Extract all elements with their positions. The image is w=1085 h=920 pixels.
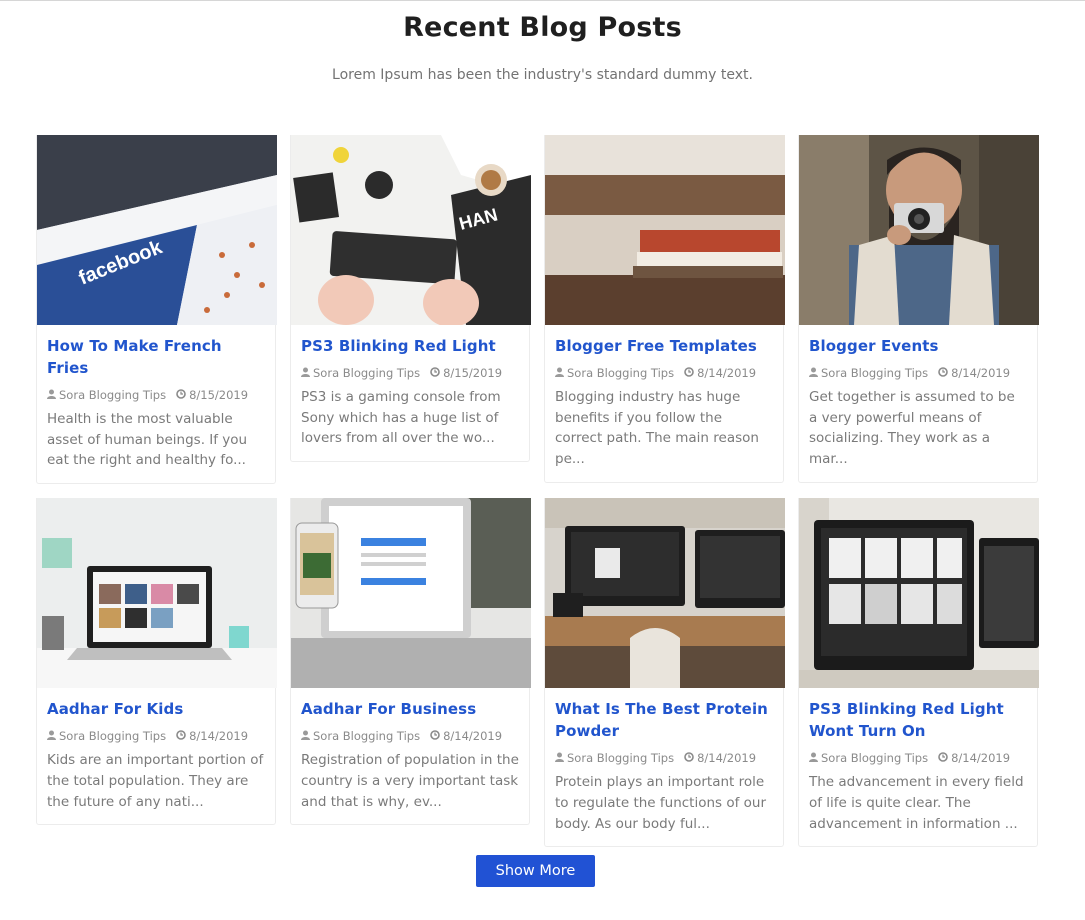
post-excerpt: Kids are an important portion of the tot… (47, 752, 264, 810)
post-meta: Sora Blogging Tips 8/14/2019 (47, 729, 265, 743)
clock-icon (684, 751, 694, 765)
post-meta: Sora Blogging Tips 8/14/2019 (555, 366, 773, 380)
post-card: Blogger Free Templates Sora Blogging Tip… (544, 135, 785, 483)
clock-icon (430, 366, 440, 380)
post-meta: Sora Blogging Tips 8/14/2019 (809, 751, 1027, 765)
clock-icon (684, 366, 694, 380)
post-thumbnail-imac-screen[interactable] (799, 498, 1039, 689)
post-date: 8/15/2019 (189, 388, 249, 402)
user-icon (809, 751, 818, 765)
clock-icon (938, 366, 948, 380)
post-author[interactable]: Sora Blogging Tips (821, 366, 928, 380)
post-image (37, 498, 277, 689)
post-thumbnail-laptop-desk[interactable] (37, 498, 277, 689)
post-title[interactable]: Blogger Events (809, 335, 1027, 357)
post-title[interactable]: Aadhar For Business (301, 698, 519, 720)
post-author[interactable]: Sora Blogging Tips (313, 366, 420, 380)
post-thumbnail-books-stairs[interactable] (545, 135, 785, 325)
post-meta: Sora Blogging Tips 8/15/2019 (47, 388, 265, 402)
post-meta: Sora Blogging Tips 8/15/2019 (301, 366, 519, 380)
post-excerpt: Registration of population in the countr… (301, 752, 519, 810)
post-title[interactable]: Blogger Free Templates (555, 335, 773, 357)
post-author[interactable]: Sora Blogging Tips (821, 751, 928, 765)
post-date: 8/15/2019 (443, 366, 503, 380)
user-icon (47, 388, 56, 402)
post-title[interactable]: Aadhar For Kids (47, 698, 265, 720)
user-icon (301, 366, 310, 380)
post-excerpt: Get together is assumed to be a very pow… (809, 389, 1015, 468)
show-more-button[interactable]: Show More (476, 855, 595, 887)
post-image: HAN (291, 135, 531, 325)
top-divider (0, 0, 1085, 1)
post-image: facebook (37, 135, 277, 325)
user-icon (555, 366, 564, 380)
post-meta: Sora Blogging Tips 8/14/2019 (301, 729, 519, 743)
post-grid: facebook How To Make French Fries Sora B… (36, 135, 1039, 848)
post-title[interactable]: How To Make French Fries (47, 335, 265, 379)
post-card: Aadhar For Business Sora Blogging Tips 8… (290, 498, 531, 826)
post-card: Blogger Events Sora Blogging Tips 8/14/2… (798, 135, 1039, 483)
post-date: 8/14/2019 (189, 729, 249, 744)
post-date: 8/14/2019 (951, 751, 1011, 766)
post-image (799, 498, 1039, 689)
post-thumbnail-keyboard-desk[interactable]: HAN (291, 135, 531, 325)
post-date: 8/14/2019 (951, 366, 1011, 380)
post-author[interactable]: Sora Blogging Tips (59, 388, 166, 402)
post-date: 8/14/2019 (697, 366, 757, 380)
post-author[interactable]: Sora Blogging Tips (567, 751, 674, 765)
post-image (545, 135, 785, 325)
section-subtitle: Lorem Ipsum has been the industry's stan… (332, 67, 753, 83)
post-card: Aadhar For Kids Sora Blogging Tips 8/14/… (36, 498, 277, 826)
clock-icon (176, 388, 186, 402)
post-thumbnail-dual-monitor[interactable] (545, 498, 785, 689)
post-card: facebook How To Make French Fries Sora B… (36, 135, 277, 485)
post-excerpt: Health is the most valuable asset of hum… (47, 411, 248, 469)
user-icon (555, 751, 564, 765)
post-excerpt: Blogging industry has huge benefits if y… (555, 389, 759, 468)
user-icon (809, 366, 818, 380)
post-meta: Sora Blogging Tips 8/14/2019 (809, 366, 1027, 380)
post-author[interactable]: Sora Blogging Tips (313, 729, 420, 743)
user-icon (301, 729, 310, 743)
clock-icon (938, 751, 948, 765)
post-image (799, 135, 1039, 325)
user-icon (47, 729, 56, 743)
post-excerpt: PS3 is a gaming console from Sony which … (301, 389, 501, 447)
post-card: HAN PS3 Blinking Red Light Sora Blogging… (290, 135, 531, 463)
post-excerpt: Protein plays an important role to regul… (555, 774, 767, 832)
post-image (291, 498, 531, 689)
post-meta: Sora Blogging Tips 8/14/2019 (555, 751, 773, 765)
post-card: PS3 Blinking Red Light Wont Turn On Sora… (798, 498, 1039, 848)
post-card: What Is The Best Protein Powder Sora Blo… (544, 498, 785, 848)
post-image (545, 498, 785, 689)
clock-icon (176, 729, 186, 743)
section-title: Recent Blog Posts (403, 12, 682, 43)
post-thumbnail-laptop-phone[interactable] (291, 498, 531, 689)
post-thumbnail-man-camera[interactable] (799, 135, 1039, 325)
post-title[interactable]: PS3 Blinking Red Light Wont Turn On (809, 698, 1027, 742)
post-author[interactable]: Sora Blogging Tips (59, 729, 166, 743)
post-excerpt: The advancement in every field of life i… (809, 774, 1024, 832)
post-title[interactable]: PS3 Blinking Red Light (301, 335, 519, 357)
post-title[interactable]: What Is The Best Protein Powder (555, 698, 773, 742)
post-date: 8/14/2019 (697, 751, 757, 766)
post-author[interactable]: Sora Blogging Tips (567, 366, 674, 380)
clock-icon (430, 729, 440, 743)
post-date: 8/14/2019 (443, 729, 503, 744)
post-thumbnail-facebook-screen[interactable]: facebook (37, 135, 277, 325)
